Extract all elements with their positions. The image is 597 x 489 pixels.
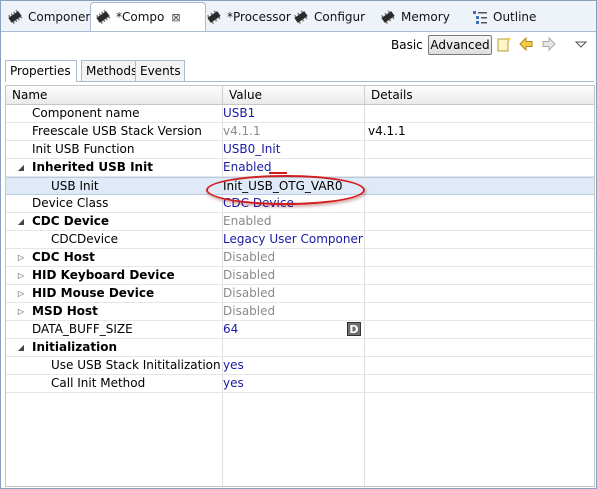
component-icon: [8, 9, 23, 24]
tab-label: Outline: [493, 9, 537, 24]
property-name: HID Mouse Device: [32, 286, 155, 300]
property-details: [368, 178, 588, 195]
property-name: Inherited USB Init: [32, 160, 153, 174]
property-value: Disabled: [223, 250, 276, 264]
annotation-ellipse: [206, 175, 365, 205]
details-button[interactable]: D: [347, 322, 361, 336]
tab-outline[interactable]: Outline: [468, 3, 542, 30]
column-header-details[interactable]: Details: [365, 86, 594, 104]
table-row[interactable]: ▷ HID Mouse Device Disabled: [6, 285, 594, 303]
property-value[interactable]: Legacy User Componen...: [223, 231, 363, 248]
property-name: Freescale USB Stack Version: [32, 124, 202, 138]
processor-icon: [207, 9, 221, 24]
advanced-mode-button[interactable]: Advanced: [428, 35, 492, 55]
tab-label: Memory: [401, 9, 450, 24]
property-value: Disabled: [223, 304, 276, 318]
property-details: [368, 375, 588, 392]
property-name: HID Keyboard Device: [32, 268, 175, 282]
property-details: [368, 195, 588, 212]
property-value: Enabled: [223, 214, 272, 228]
property-details: [368, 285, 588, 302]
property-value: Disabled: [223, 268, 276, 282]
property-details: [368, 357, 588, 374]
table-row[interactable]: Freescale USB Stack Version v4.1.1 v4.1.…: [6, 123, 594, 141]
table-row[interactable]: CDCDevice Legacy User Componen...: [6, 231, 594, 249]
inspector-toolbar: Basic Advanced: [1, 32, 596, 58]
property-name: Initialization: [32, 340, 118, 354]
new-note-icon[interactable]: [496, 36, 512, 52]
table-row[interactable]: ◢ Initialization: [6, 339, 594, 357]
table-row[interactable]: ▷ CDC Host Disabled: [6, 249, 594, 267]
tab-label: *Compo: [116, 10, 165, 24]
property-value[interactable]: Enabled: [223, 159, 363, 176]
property-value: Disabled: [223, 286, 276, 300]
table-row[interactable]: ▷ HID Keyboard Device Disabled: [6, 267, 594, 285]
property-details: [368, 339, 588, 356]
property-details: [368, 249, 588, 266]
close-icon[interactable]: ⊠: [171, 11, 180, 24]
property-name: CDC Host: [32, 250, 95, 264]
back-arrow-icon[interactable]: [518, 36, 534, 52]
table-row[interactable]: Call Init Method yes: [6, 375, 594, 393]
property-name: Init USB Function: [32, 142, 135, 156]
configuration-icon: [294, 9, 308, 24]
property-details: v4.1.1: [368, 124, 406, 138]
property-name: Device Class: [32, 196, 109, 210]
tab-label: Configur: [314, 9, 366, 24]
annotation-mark: [269, 172, 287, 174]
tab-label: *Processor: [227, 9, 291, 24]
table-row[interactable]: Use USB Stack Inititalization yes: [6, 357, 594, 375]
table-row[interactable]: DATA_BUFF_SIZE 64 D: [6, 321, 594, 339]
table-row[interactable]: Component name USB1: [6, 105, 594, 123]
table-row[interactable]: ◢ CDC Device Enabled: [6, 213, 594, 231]
property-details: [368, 231, 588, 248]
table-header: Name Value Details: [6, 86, 594, 105]
property-details: [368, 267, 588, 284]
property-details: [368, 321, 588, 338]
property-details: [368, 141, 588, 158]
tab-events[interactable]: Events: [135, 60, 185, 81]
component-inspector-window: Componen *Compo ⊠ *Processor Configur Me…: [0, 0, 597, 489]
property-value: v4.1.1: [223, 124, 261, 138]
property-value: [223, 339, 363, 356]
property-details: [368, 159, 588, 176]
inspector-subtabs: Properties Methods Events: [5, 59, 594, 82]
tab-properties[interactable]: Properties: [5, 60, 77, 82]
tab-component-inspector[interactable]: *Compo ⊠: [90, 2, 206, 31]
tab-label: Componen: [28, 9, 91, 24]
property-value[interactable]: yes: [223, 375, 363, 392]
basic-mode-button[interactable]: Basic: [391, 38, 423, 52]
property-name: MSD Host: [32, 304, 98, 318]
property-details: [368, 303, 588, 320]
tab-processor[interactable]: *Processor: [202, 3, 292, 30]
tab-components[interactable]: Componen: [3, 3, 91, 30]
property-details: [368, 213, 588, 230]
property-details: [368, 105, 588, 122]
component-icon: [96, 9, 111, 24]
column-header-name[interactable]: Name: [6, 86, 223, 104]
memory-icon: [381, 9, 395, 24]
properties-table: Name Value Details Component name USB1 F…: [5, 85, 595, 487]
property-name: DATA_BUFF_SIZE: [32, 322, 133, 336]
property-value[interactable]: USB0_Init: [223, 141, 363, 158]
forward-arrow-icon[interactable]: [541, 36, 557, 52]
column-header-value[interactable]: Value: [223, 86, 365, 104]
outline-icon: [473, 10, 487, 24]
tab-memory[interactable]: Memory: [376, 3, 470, 30]
view-menu-icon[interactable]: [573, 36, 589, 52]
table-row[interactable]: ▷ MSD Host Disabled: [6, 303, 594, 321]
tab-methods[interactable]: Methods: [81, 60, 141, 81]
property-name: CDC Device: [32, 214, 110, 228]
editor-tab-bar: Componen *Compo ⊠ *Processor Configur Me…: [1, 1, 596, 32]
tab-configurations[interactable]: Configur: [289, 3, 379, 30]
property-name: Component name: [32, 106, 140, 120]
property-value[interactable]: yes: [223, 357, 363, 374]
property-value[interactable]: USB1: [223, 105, 363, 122]
table-row[interactable]: Init USB Function USB0_Init: [6, 141, 594, 159]
property-value[interactable]: 64: [223, 321, 363, 338]
